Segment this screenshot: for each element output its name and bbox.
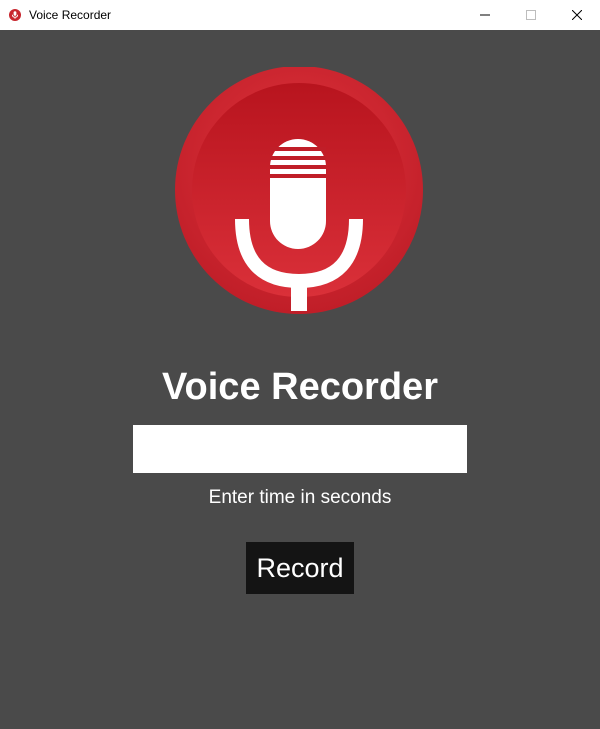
minimize-button[interactable] <box>462 0 508 30</box>
page-title: Voice Recorder <box>162 366 438 408</box>
close-button[interactable] <box>554 0 600 30</box>
window-title: Voice Recorder <box>29 8 112 22</box>
main-content: Voice Recorder Enter time in seconds Rec… <box>0 30 600 729</box>
app-window: Voice Recorder Voice Recorder Enter time… <box>0 0 600 729</box>
record-button[interactable]: Record <box>246 542 354 594</box>
close-icon <box>572 10 582 20</box>
maximize-button[interactable] <box>508 0 554 30</box>
maximize-icon <box>526 10 536 20</box>
time-seconds-input[interactable] <box>133 425 467 473</box>
minimize-icon <box>480 14 490 16</box>
time-input-label: Enter time in seconds <box>208 487 392 508</box>
microphone-icon <box>9 9 21 21</box>
title-bar[interactable]: Voice Recorder <box>0 0 600 30</box>
microphone-logo-icon <box>174 67 424 317</box>
window-controls <box>462 0 600 30</box>
